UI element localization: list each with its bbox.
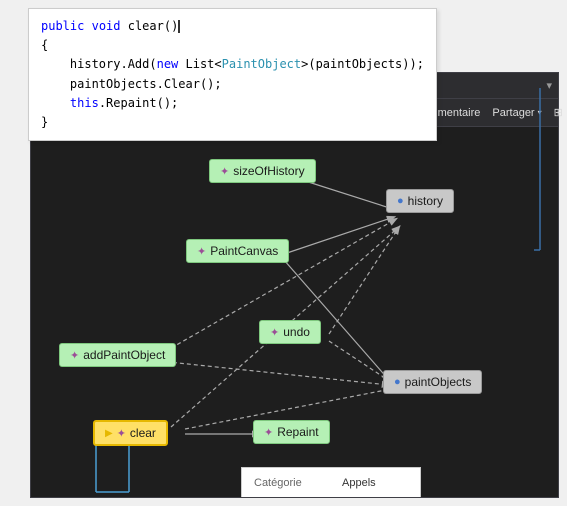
info-value-source: clear xyxy=(342,493,366,497)
share-label: Partager xyxy=(492,107,534,119)
node-undo[interactable]: ✦ undo xyxy=(259,320,321,344)
node-history-icon: ● xyxy=(397,195,404,207)
info-label-source: Nœud source xyxy=(254,493,334,497)
node-clear-arrow-icon: ▶ xyxy=(105,428,113,439)
node-addPaintObject-icon: ✦ xyxy=(70,349,79,362)
code-line-1: public void clear() xyxy=(41,17,424,36)
info-row-categorie: Catégorie Appels xyxy=(254,474,408,493)
node-sizeOfHistory-label: sizeOfHistory xyxy=(233,164,304,178)
node-history-label: history xyxy=(408,194,443,208)
node-paintObjects-label: paintObjects xyxy=(405,375,472,389)
node-Repaint[interactable]: ✦ Repaint xyxy=(253,420,330,444)
share-button[interactable]: Partager ▾ xyxy=(488,105,545,121)
node-sizeOfHistory[interactable]: ✦ sizeOfHistory xyxy=(209,159,316,183)
method-name: clear() xyxy=(128,19,179,33)
layout-icon: ⊞ xyxy=(554,106,563,119)
code-line-5: this.Repaint(); xyxy=(41,94,424,113)
node-clear[interactable]: ▶ ✦ clear xyxy=(93,420,168,446)
info-value-categorie: Appels xyxy=(342,474,376,493)
node-Repaint-label: Repaint xyxy=(277,425,318,439)
keyword-public: public xyxy=(41,19,84,33)
code-line-2: { xyxy=(41,36,424,55)
tab-dropdown-button[interactable]: ▾ xyxy=(540,79,558,92)
node-clear-label: clear xyxy=(130,426,156,440)
code-line-3: history.Add(new List<PaintObject>(paintO… xyxy=(41,55,424,74)
node-undo-icon: ✦ xyxy=(270,326,279,339)
node-PaintCanvas-label: PaintCanvas xyxy=(210,244,278,258)
info-box: Catégorie Appels Nœud source clear Nœud … xyxy=(241,467,421,497)
info-row-source: Nœud source clear xyxy=(254,493,408,497)
node-paintObjects-icon: ● xyxy=(394,376,401,388)
node-undo-label: undo xyxy=(283,325,310,339)
code-line-6: } xyxy=(41,113,424,132)
node-Repaint-icon: ✦ xyxy=(264,426,273,439)
node-clear-icon: ✦ xyxy=(117,427,126,440)
node-history[interactable]: ● history xyxy=(386,189,454,213)
share-dropdown-icon: ▾ xyxy=(538,108,542,117)
node-PaintCanvas[interactable]: ✦ PaintCanvas xyxy=(186,239,289,263)
keyword-void: void xyxy=(92,19,121,33)
node-sizeOfHistory-icon: ✦ xyxy=(220,165,229,178)
node-addPaintObject-label: addPaintObject xyxy=(83,348,165,362)
info-label-categorie: Catégorie xyxy=(254,474,334,493)
code-line-4: paintObjects.Clear(); xyxy=(41,75,424,94)
layout-button[interactable]: ⊞ xyxy=(550,104,567,121)
code-tooltip: public void clear() { history.Add(new Li… xyxy=(28,8,437,141)
node-addPaintObject[interactable]: ✦ addPaintObject xyxy=(59,343,176,367)
graph-area[interactable]: ✦ sizeOfHistory ● history ✦ PaintCanvas … xyxy=(31,127,558,497)
node-paintObjects[interactable]: ● paintObjects xyxy=(383,370,482,394)
node-PaintCanvas-icon: ✦ xyxy=(197,245,206,258)
